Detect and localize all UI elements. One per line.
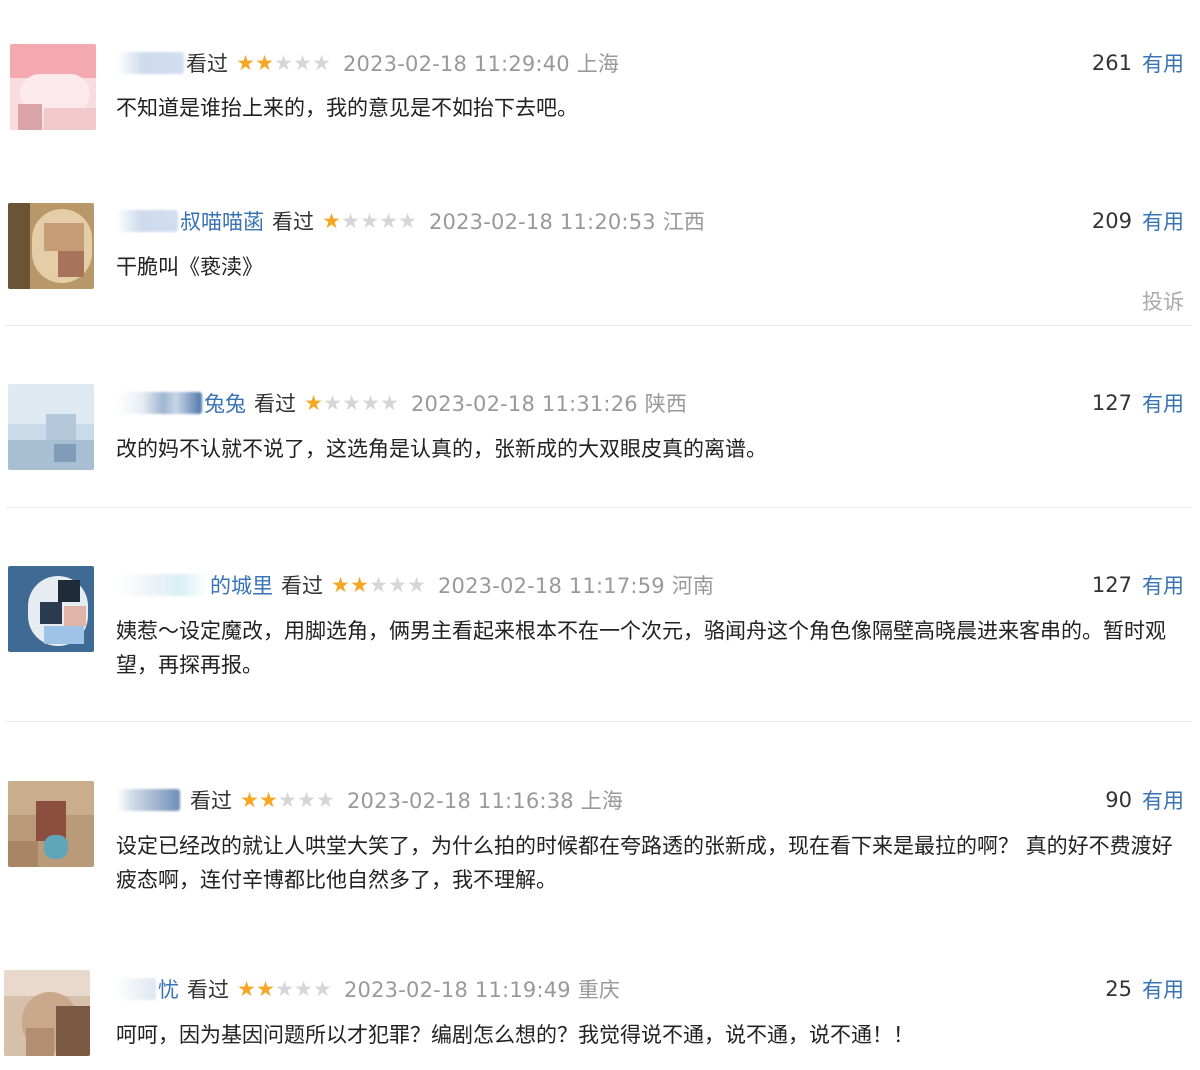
blurred-username bbox=[116, 392, 202, 414]
review-meta: 忧 看过 ★ ★ ★ ★ ★ 2023-02-18 11:19:49 重庆 bbox=[116, 973, 620, 1005]
star-icon: ★ bbox=[323, 390, 342, 415]
star-icon: ★ bbox=[322, 208, 341, 233]
star-icon: ★ bbox=[236, 50, 255, 75]
avatar[interactable] bbox=[8, 384, 94, 470]
useful-count: 90 bbox=[1105, 788, 1132, 812]
rating-stars: ★ ★ ★ ★ ★ bbox=[331, 572, 426, 597]
avatar[interactable] bbox=[10, 44, 96, 130]
rating-stars: ★ ★ ★ ★ ★ bbox=[322, 208, 417, 233]
review-text: 不知道是谁抬上来的，我的意见是不如抬下去吧。 bbox=[116, 96, 578, 120]
review-time: 2023-02-18 11:19:49 重庆 bbox=[344, 978, 621, 1002]
blurred-username bbox=[116, 210, 178, 232]
review-time: 2023-02-18 11:29:40 上海 bbox=[343, 52, 620, 76]
star-icon: ★ bbox=[331, 572, 350, 597]
star-icon: ★ bbox=[398, 208, 417, 233]
watched-label: 看过 bbox=[186, 52, 228, 76]
star-icon: ★ bbox=[407, 572, 426, 597]
star-icon: ★ bbox=[237, 976, 256, 1001]
avatar[interactable] bbox=[8, 566, 94, 652]
review-meta: 兔兔 看过 ★ ★ ★ ★ ★ 2023-02-18 11:31:26 陕西 bbox=[116, 387, 687, 419]
divider bbox=[6, 507, 1192, 508]
blurred-username bbox=[116, 978, 156, 1000]
review-text: 姨惹～设定魔改，用脚选角，俩男主看起来根本不在一个次元，骆闻舟这个角色像隔壁高晓… bbox=[116, 619, 1166, 677]
star-icon: ★ bbox=[350, 572, 369, 597]
useful-button[interactable]: 有用 bbox=[1142, 974, 1184, 1004]
useful-button[interactable]: 有用 bbox=[1142, 785, 1184, 815]
useful-count: 209 bbox=[1091, 209, 1132, 233]
avatar[interactable] bbox=[8, 781, 94, 867]
star-icon: ★ bbox=[379, 208, 398, 233]
review-time: 2023-02-18 11:16:38 上海 bbox=[347, 789, 624, 813]
divider bbox=[6, 325, 1192, 326]
star-icon: ★ bbox=[275, 976, 294, 1001]
avatar[interactable] bbox=[8, 203, 94, 289]
useful-button[interactable]: 有用 bbox=[1142, 48, 1184, 78]
review-time: 2023-02-18 11:31:26 陕西 bbox=[411, 392, 688, 416]
review-text: 设定已经改的就让人哄堂大笑了，为什么拍的时候都在夸路透的张新成，现在看下来是最拉… bbox=[116, 834, 1173, 892]
review-meta: 看过 ★ ★ ★ ★ ★ 2023-02-18 11:16:38 上海 bbox=[116, 784, 623, 816]
useful-vote[interactable]: 261 有用 bbox=[1092, 47, 1184, 79]
useful-vote[interactable]: 90 有用 bbox=[1105, 784, 1184, 816]
review-meta: 的城里 看过 ★ ★ ★ ★ ★ 2023-02-18 11:17:59 河南 bbox=[116, 569, 714, 601]
report-button[interactable]: 投诉 bbox=[1142, 286, 1184, 316]
star-icon: ★ bbox=[361, 390, 380, 415]
star-icon: ★ bbox=[293, 50, 312, 75]
rating-stars: ★ ★ ★ ★ ★ bbox=[237, 976, 332, 1001]
star-icon: ★ bbox=[360, 208, 379, 233]
star-icon: ★ bbox=[256, 976, 275, 1001]
username-link[interactable]: 的城里 bbox=[210, 570, 273, 600]
rating-stars: ★ ★ ★ ★ ★ bbox=[304, 390, 399, 415]
star-icon: ★ bbox=[312, 50, 331, 75]
rating-stars: ★ ★ ★ ★ ★ bbox=[236, 50, 331, 75]
star-icon: ★ bbox=[240, 787, 259, 812]
star-icon: ★ bbox=[255, 50, 274, 75]
star-icon: ★ bbox=[380, 390, 399, 415]
useful-vote[interactable]: 25 有用 bbox=[1105, 973, 1184, 1005]
star-icon: ★ bbox=[294, 976, 313, 1001]
watched-label: 看过 bbox=[281, 574, 323, 598]
star-icon: ★ bbox=[388, 572, 407, 597]
useful-vote[interactable]: 209 有用 bbox=[1092, 205, 1184, 237]
review-time: 2023-02-18 11:17:59 河南 bbox=[438, 574, 715, 598]
star-icon: ★ bbox=[369, 572, 388, 597]
useful-count: 25 bbox=[1105, 977, 1132, 1001]
useful-vote[interactable]: 127 有用 bbox=[1092, 387, 1184, 419]
useful-button[interactable]: 有用 bbox=[1142, 206, 1184, 236]
review-text: 呵呵，因为基因问题所以才犯罪？编剧怎么想的？我觉得说不通，说不通，说不通！！ bbox=[116, 1023, 914, 1047]
useful-count: 127 bbox=[1091, 573, 1132, 597]
star-icon: ★ bbox=[313, 976, 332, 1001]
star-icon: ★ bbox=[342, 390, 361, 415]
watched-label: 看过 bbox=[187, 978, 229, 1002]
star-icon: ★ bbox=[278, 787, 297, 812]
useful-vote[interactable]: 127 有用 bbox=[1092, 569, 1184, 601]
useful-button[interactable]: 有用 bbox=[1142, 570, 1184, 600]
star-icon: ★ bbox=[304, 390, 323, 415]
username-link[interactable]: 叔喵喵菡 bbox=[180, 206, 264, 236]
blurred-username bbox=[116, 574, 208, 596]
star-icon: ★ bbox=[274, 50, 293, 75]
watched-label: 看过 bbox=[190, 789, 232, 813]
review-meta: 叔喵喵菡 看过 ★ ★ ★ ★ ★ 2023-02-18 11:20:53 江西 bbox=[116, 205, 705, 237]
star-icon: ★ bbox=[259, 787, 278, 812]
username-link[interactable]: 忧 bbox=[158, 974, 179, 1004]
star-icon: ★ bbox=[297, 787, 316, 812]
review-text: 干脆叫《亵渎》 bbox=[116, 255, 263, 279]
watched-label: 看过 bbox=[254, 392, 296, 416]
divider bbox=[6, 721, 1192, 722]
username-link[interactable]: 兔兔 bbox=[204, 388, 246, 418]
blurred-username bbox=[116, 789, 180, 811]
avatar[interactable] bbox=[4, 970, 90, 1056]
watched-label: 看过 bbox=[272, 210, 314, 234]
review-time: 2023-02-18 11:20:53 江西 bbox=[429, 210, 706, 234]
star-icon: ★ bbox=[341, 208, 360, 233]
useful-count: 261 bbox=[1091, 51, 1132, 75]
useful-count: 127 bbox=[1091, 391, 1132, 415]
star-icon: ★ bbox=[316, 787, 335, 812]
review-meta: 看过 ★ ★ ★ ★ ★ 2023-02-18 11:29:40 上海 bbox=[116, 47, 619, 79]
useful-button[interactable]: 有用 bbox=[1142, 388, 1184, 418]
rating-stars: ★ ★ ★ ★ ★ bbox=[240, 787, 335, 812]
review-text: 改的妈不认就不说了，这选角是认真的，张新成的大双眼皮真的离谱。 bbox=[116, 437, 767, 461]
blurred-username bbox=[116, 52, 184, 74]
